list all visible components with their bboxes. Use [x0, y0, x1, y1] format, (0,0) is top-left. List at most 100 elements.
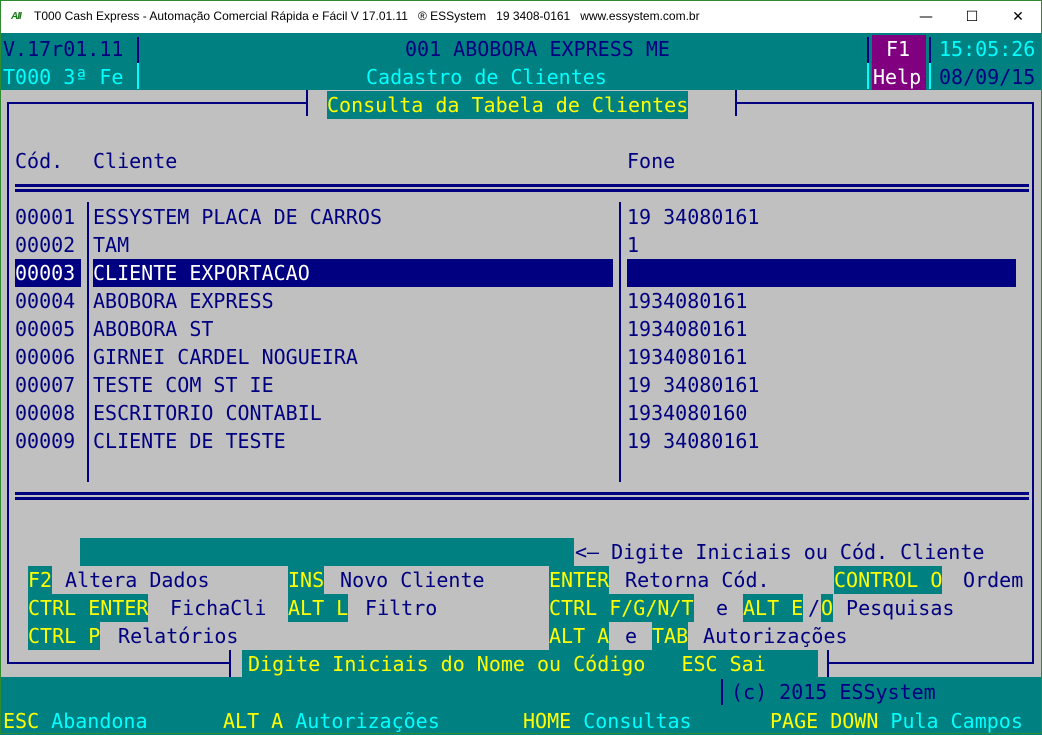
column-header-code[interactable]: Cód. — [15, 147, 63, 175]
status-key: ALT A — [223, 709, 284, 733]
row-client: TESTE COM ST IE — [93, 373, 274, 397]
row-code: 00005 — [15, 317, 76, 341]
clock-date: 08/09/15 — [939, 65, 1036, 89]
shortcut-key-ctrl-enter[interactable]: CTRL ENTER — [28, 594, 149, 622]
shortcut-label-enter: Retorna Cód. — [613, 568, 770, 592]
row-phone: 1934080161 — [627, 317, 748, 341]
row-code: 00002 — [15, 233, 76, 257]
status-label: Autorizações — [283, 709, 440, 733]
shortcut-label-auth: Autorizações — [691, 624, 848, 648]
shortcut-key-ctrl-p[interactable]: CTRL P — [28, 622, 101, 650]
row-phone: 19 34080161 — [627, 429, 760, 453]
row-client: ABOBORA EXPRESS — [93, 289, 274, 313]
frame-top-right — [736, 102, 1034, 104]
clock-time: 15:05:26 — [939, 37, 1036, 61]
table-row[interactable]: 00003 CLIENTE EXPORTACAO — [1, 259, 1041, 287]
window-title: T000 Cash Express - Automação Comercial … — [34, 9, 700, 23]
shortcut-sep: e — [704, 596, 741, 620]
app-window: AII T000 Cash Express - Automação Comerc… — [0, 0, 1042, 734]
row-client: ESCRITORIO CONTABIL — [93, 401, 322, 425]
status-label: Consultas — [571, 709, 692, 733]
shortcut-sep: / — [808, 596, 821, 620]
shortcut-key-ins[interactable]: INS — [288, 566, 325, 594]
shortcut-key-alt-a[interactable]: ALT A — [549, 622, 610, 650]
footer-separator — [15, 492, 1029, 500]
table-row[interactable]: 00001 ESSYSTEM PLACA DE CARROS 19 34080161 — [1, 203, 1041, 231]
shortcut-label-ctrl-p: Relatórios — [106, 624, 239, 648]
shortcut-key-f2[interactable]: F2 — [28, 566, 53, 594]
shortcut-sep: e — [613, 624, 650, 648]
table-row[interactable]: 00006 GIRNEI CARDEL NOGUEIRA 1934080161 — [1, 343, 1041, 371]
row-phone: 19 34080161 — [627, 373, 760, 397]
row-code: 00003 — [15, 259, 81, 287]
row-code: 00006 — [15, 345, 76, 369]
search-hint: <— Digite Iniciais ou Cód. Cliente — [575, 540, 985, 564]
client-lookup-panel: Consulta da Tabela de Clientes Cód. Clie… — [1, 90, 1041, 677]
close-icon: ✕ — [1012, 9, 1024, 25]
frame-tick — [229, 650, 231, 677]
row-code: 00004 — [15, 289, 76, 313]
status-divider — [721, 679, 723, 705]
shortcut-key-o[interactable]: O — [821, 594, 834, 622]
row-phone: 1 — [627, 233, 640, 257]
screen-title: Cadastro de Clientes — [366, 65, 607, 89]
row-client: CLIENTE EXPORTACAO — [93, 259, 613, 287]
status-key: HOME — [523, 709, 572, 733]
footer-prompt: Digite Iniciais do Nome ou Código ESC Sa… — [242, 650, 818, 678]
row-code: 00009 — [15, 429, 76, 453]
table-row[interactable]: 00009 CLIENTE DE TESTE 19 34080161 — [1, 427, 1041, 455]
minimize-icon: — — [919, 9, 933, 25]
frame-top-left — [7, 102, 307, 104]
row-client: ESSYSTEM PLACA DE CARROS — [93, 205, 382, 229]
shortcut-key-enter[interactable]: ENTER — [549, 566, 610, 594]
row-code: 00007 — [15, 373, 76, 397]
help-button[interactable]: F1 Help — [872, 35, 926, 91]
shortcut-label-alt-l: Filtro — [353, 596, 438, 620]
shortcut-key-alt-l[interactable]: ALT L — [288, 594, 349, 622]
status-shortcut[interactable]: HOME Consultas — [523, 707, 692, 735]
shortcut-key-tab[interactable]: TAB — [652, 622, 689, 650]
table-row[interactable]: 00004 ABOBORA EXPRESS 1934080161 — [1, 287, 1041, 315]
help-label: Help — [873, 65, 922, 89]
header-divider — [137, 37, 139, 63]
status-shortcut[interactable]: ALT A Autorizações — [223, 707, 440, 735]
table-row[interactable]: 00005 ABOBORA ST 1934080161 — [1, 315, 1041, 343]
close-button[interactable]: ✕ — [995, 1, 1041, 33]
row-client: GIRNEI CARDEL NOGUEIRA — [93, 345, 358, 369]
table-row[interactable]: 00008 ESCRITORIO CONTABIL 1934080160 — [1, 399, 1041, 427]
company-name: 001 ABOBORA EXPRESS ME — [405, 37, 670, 61]
status-shortcut[interactable]: ESC Abandona — [3, 707, 148, 735]
header-divider — [929, 63, 931, 89]
shortcut-label-search: Pesquisas — [834, 596, 955, 620]
column-header-phone[interactable]: Fone — [627, 147, 675, 175]
maximize-button[interactable]: ☐ — [949, 1, 995, 33]
shortcut-label-ctrl-enter: FichaCli — [158, 596, 267, 620]
shortcut-label-control-o: Ordem — [951, 568, 1024, 592]
table-row[interactable]: 00007 TESTE COM ST IE 19 34080161 — [1, 371, 1041, 399]
status-shortcut[interactable]: PAGE DOWN Pula Campos — [770, 707, 1023, 735]
frame-bottom-right — [827, 662, 1034, 664]
row-phone: 1934080161 — [627, 289, 748, 313]
header-divider — [137, 63, 139, 89]
row-phone: 1934080161 — [627, 345, 748, 369]
row-phone — [627, 259, 1016, 287]
column-header-client[interactable]: Cliente — [93, 147, 177, 175]
panel-title: Consulta da Tabela de Clientes — [327, 91, 689, 119]
header-separator — [15, 184, 1029, 192]
minimize-button[interactable]: — — [903, 1, 949, 33]
header-divider — [867, 63, 869, 89]
status-label: Abandona — [39, 709, 148, 733]
client-search-input[interactable] — [80, 538, 574, 566]
shortcut-key-ctrl-fgnt[interactable]: CTRL F/G/N/T — [549, 594, 694, 622]
status-label: Pula Campos — [878, 709, 1023, 733]
shortcut-key-alt-e[interactable]: ALT E — [743, 594, 804, 622]
frame-bottom-left — [7, 662, 229, 664]
shortcut-key-control-o[interactable]: CONTROL O — [834, 566, 943, 594]
row-code: 00008 — [15, 401, 76, 425]
shortcut-label-f2: Altera Dados — [53, 568, 210, 592]
title-bar: AII T000 Cash Express - Automação Comerc… — [1, 1, 1041, 33]
row-phone: 19 34080161 — [627, 205, 760, 229]
help-key: F1 — [886, 37, 911, 61]
header-divider — [867, 37, 869, 63]
table-row[interactable]: 00002 TAM 1 — [1, 231, 1041, 259]
